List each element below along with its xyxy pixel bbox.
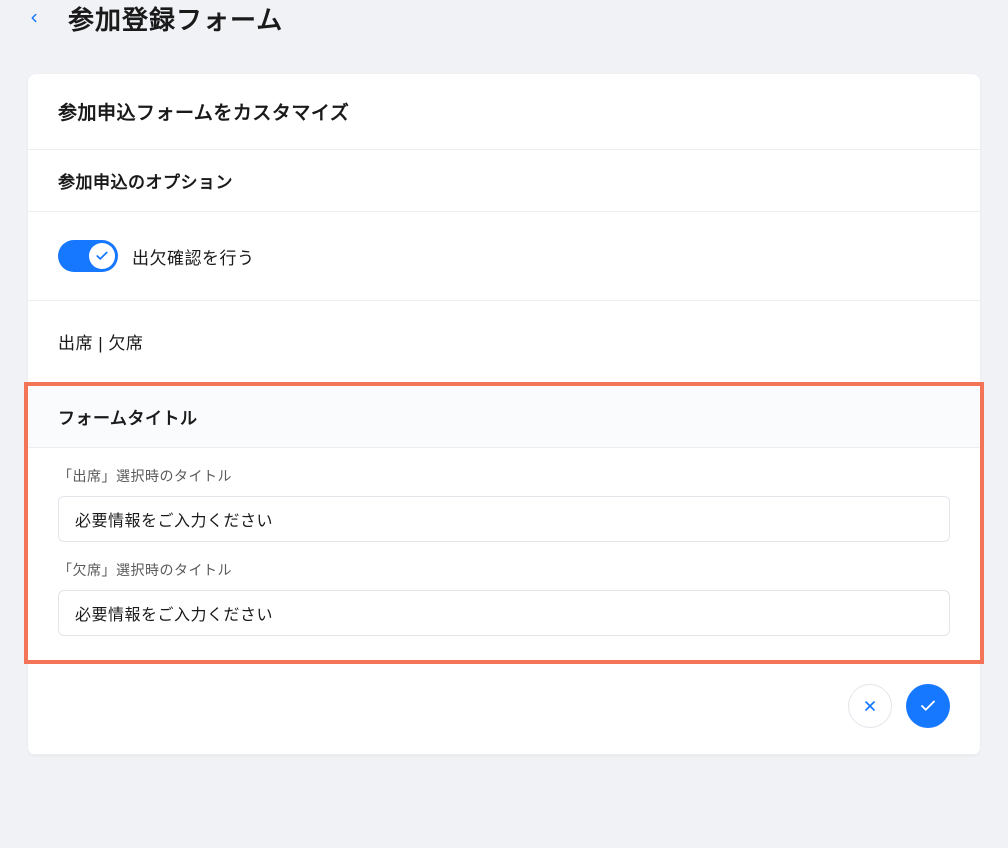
chevron-left-icon <box>27 11 41 25</box>
attend-title-label: 「出席」選択時のタイトル <box>58 466 950 486</box>
confirm-button[interactable] <box>906 684 950 728</box>
cancel-button[interactable] <box>848 684 892 728</box>
settings-card: 参加申込フォームをカスタマイズ 参加申込のオプション 出欠確認を行う 出席 | … <box>28 74 980 755</box>
page-header: 参加登録フォーム <box>0 0 1008 44</box>
absent-title-input[interactable] <box>58 590 950 636</box>
close-icon <box>862 698 878 714</box>
form-title-heading: フォームタイトル <box>28 386 980 448</box>
attend-title-input[interactable] <box>58 496 950 542</box>
attendance-toggle[interactable] <box>58 240 118 272</box>
check-icon <box>919 697 937 715</box>
attendance-toggle-label: 出欠確認を行う <box>132 244 255 269</box>
absent-title-label: 「欠席」選択時のタイトル <box>58 560 950 580</box>
absent-title-field: 「欠席」選択時のタイトル <box>28 542 980 636</box>
switch-knob <box>89 243 115 269</box>
check-icon <box>95 249 109 263</box>
options-heading: 参加申込のオプション <box>28 150 980 212</box>
attendance-options-value: 出席 | 欠席 <box>28 301 980 382</box>
attendance-toggle-row: 出欠確認を行う <box>28 212 980 301</box>
attend-title-field: 「出席」選択時のタイトル <box>28 448 980 542</box>
action-buttons <box>28 664 980 755</box>
page-title: 参加登録フォーム <box>68 0 283 37</box>
form-title-section: フォームタイトル 「出席」選択時のタイトル 「欠席」選択時のタイトル <box>24 382 984 664</box>
customize-heading: 参加申込フォームをカスタマイズ <box>28 74 980 150</box>
back-button[interactable] <box>24 8 44 28</box>
